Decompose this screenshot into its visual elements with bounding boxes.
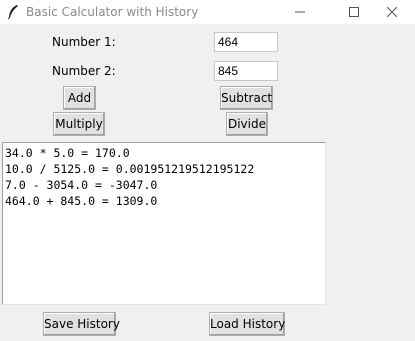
number1-field[interactable] — [214, 32, 278, 52]
close-button[interactable] — [369, 0, 415, 24]
add-button[interactable]: Add — [63, 86, 96, 110]
multiply-button[interactable]: Multiply — [53, 112, 105, 136]
save-history-button[interactable]: Save History — [43, 312, 120, 336]
number2-field[interactable] — [214, 61, 278, 81]
close-icon — [387, 7, 397, 17]
number1-label: Number 1: — [52, 35, 116, 49]
calculator-window: Basic Calculator with History Number 1: … — [0, 0, 415, 341]
load-history-button[interactable]: Load History — [209, 312, 285, 336]
history-line: 10.0 / 5125.0 = 0.001951219512195122 — [5, 162, 255, 176]
history-line: 464.0 + 845.0 = 1309.0 — [5, 194, 158, 208]
minimize-icon — [295, 11, 305, 13]
divide-button[interactable]: Divide — [226, 112, 268, 136]
subtract-button[interactable]: Subtract — [220, 86, 273, 110]
feather-icon — [6, 4, 20, 20]
minimize-button[interactable] — [277, 0, 323, 24]
number2-label: Number 2: — [52, 64, 116, 78]
history-line: 34.0 * 5.0 = 170.0 — [5, 146, 130, 160]
title-bar[interactable]: Basic Calculator with History — [0, 0, 415, 24]
maximize-icon — [349, 7, 359, 17]
history-text-area[interactable]: 34.0 * 5.0 = 170.0 10.0 / 5125.0 = 0.001… — [2, 142, 326, 305]
window-title: Basic Calculator with History — [26, 5, 199, 19]
history-line: 7.0 - 3054.0 = -3047.0 — [5, 178, 158, 192]
